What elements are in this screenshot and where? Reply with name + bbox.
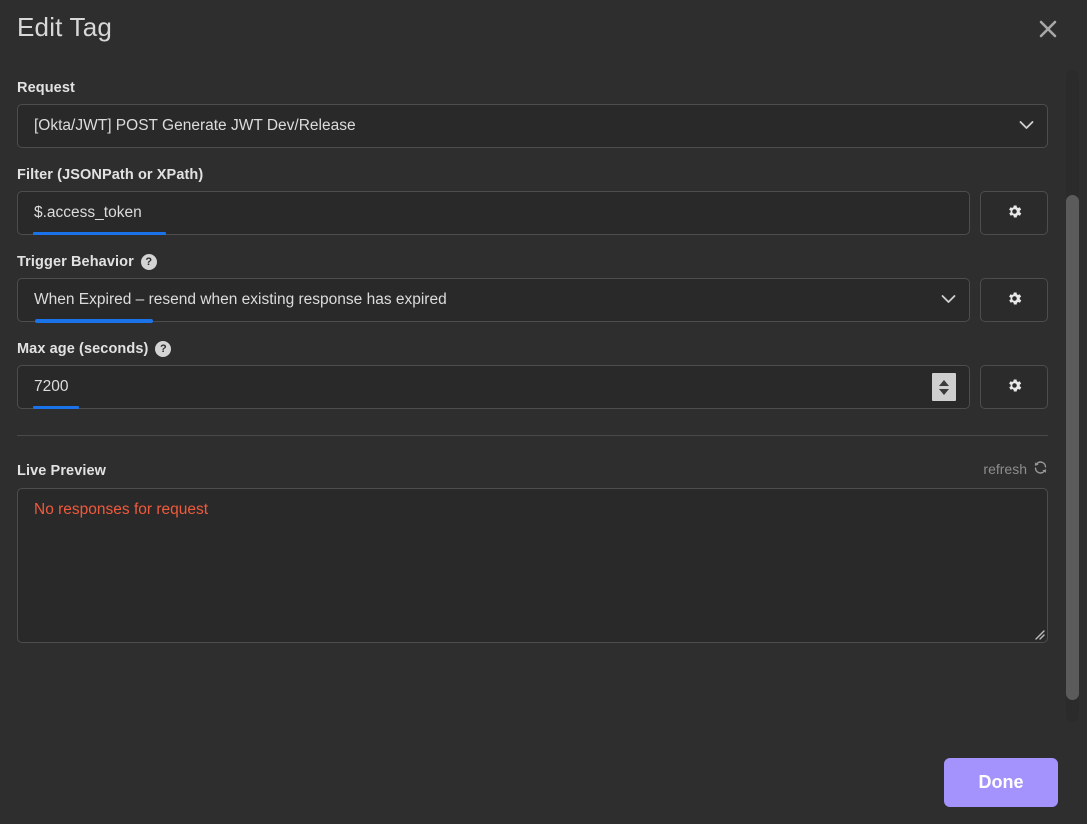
- trigger-behavior-select-wrap: When Expired – resend when existing resp…: [17, 278, 970, 323]
- gear-icon: [1006, 203, 1023, 223]
- request-select[interactable]: [Okta/JWT] POST Generate JWT Dev/Release: [17, 104, 1048, 148]
- trigger-behavior-settings-button[interactable]: [980, 278, 1048, 322]
- filter-row: $.access_token: [17, 191, 1048, 235]
- help-icon[interactable]: ?: [140, 254, 157, 270]
- stepper-down-icon[interactable]: [939, 388, 949, 395]
- filter-label: Filter (JSONPath or XPath): [17, 167, 204, 183]
- live-preview-message: No responses for request: [34, 501, 209, 518]
- modal-content: Request [Okta/JWT] POST Generate JWT Dev…: [0, 62, 1087, 643]
- max-age-input-wrap: 7200: [17, 365, 970, 409]
- live-preview-content[interactable]: No responses for request: [17, 488, 1048, 643]
- max-age-row: 7200: [17, 365, 1048, 409]
- help-icon[interactable]: ?: [155, 341, 172, 357]
- modal-scroll-area: Request [Okta/JWT] POST Generate JWT Dev…: [0, 62, 1087, 730]
- scrollbar-thumb[interactable]: [1066, 195, 1079, 700]
- refresh-label: refresh: [983, 461, 1027, 477]
- done-button[interactable]: Done: [944, 758, 1058, 807]
- max-age-input[interactable]: 7200: [17, 365, 970, 409]
- request-label: Request: [17, 80, 75, 96]
- quantity-stepper[interactable]: [932, 373, 956, 401]
- trigger-behavior-select[interactable]: When Expired – resend when existing resp…: [17, 278, 970, 322]
- refresh-button[interactable]: refresh: [983, 460, 1048, 479]
- edit-tag-modal: Edit Tag Request [Okta/JWT] POST Generat…: [0, 0, 1087, 824]
- refresh-icon: [1033, 460, 1048, 478]
- gear-icon: [1006, 290, 1023, 310]
- close-button[interactable]: [1031, 12, 1065, 46]
- trigger-behavior-row: When Expired – resend when existing resp…: [17, 278, 1048, 323]
- max-age-settings-button[interactable]: [980, 365, 1048, 409]
- request-select-wrap: [Okta/JWT] POST Generate JWT Dev/Release: [17, 104, 1048, 148]
- section-divider: [17, 435, 1048, 436]
- trigger-behavior-label: Trigger Behavior ?: [17, 254, 1048, 270]
- modal-footer: Done: [0, 730, 1087, 824]
- stepper-up-icon[interactable]: [939, 379, 949, 386]
- scrollbar-track[interactable]: [1066, 70, 1079, 722]
- max-age-label: Max age (seconds) ?: [17, 341, 1048, 357]
- page-title: Edit Tag: [17, 12, 113, 42]
- modal-header: Edit Tag: [0, 0, 1087, 62]
- close-icon: [1037, 18, 1059, 40]
- filter-input[interactable]: $.access_token: [17, 191, 970, 235]
- live-preview-header: Live Preview refresh: [17, 460, 1048, 479]
- gear-icon: [1006, 377, 1023, 397]
- filter-input-wrap: $.access_token: [17, 191, 970, 235]
- resize-handle[interactable]: [1032, 627, 1045, 640]
- live-preview-label: Live Preview: [17, 463, 107, 479]
- request-row: [Okta/JWT] POST Generate JWT Dev/Release: [17, 104, 1048, 148]
- filter-settings-button[interactable]: [980, 191, 1048, 235]
